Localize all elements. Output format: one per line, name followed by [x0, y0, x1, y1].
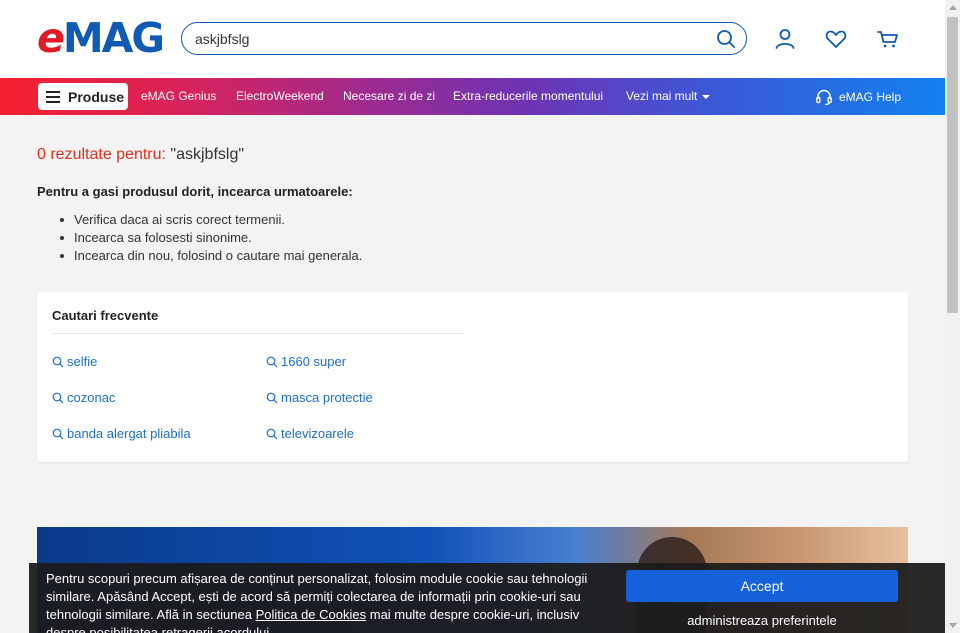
frequent-search-label: 1660 super — [281, 354, 347, 369]
tips-heading: Pentru a gasi produsul dorit, incearca u… — [37, 184, 353, 199]
frequent-search-link[interactable]: 1660 super — [266, 354, 346, 369]
main-navigation: Produse eMAG Genius ElectroWeekend Neces… — [0, 78, 945, 115]
nav-link-emag-genius[interactable]: eMAG Genius — [141, 78, 216, 115]
hamburger-icon — [46, 90, 60, 103]
help-link[interactable]: eMAG Help — [815, 78, 901, 115]
cookie-policy-link[interactable]: Politica de Cookies — [256, 607, 367, 622]
products-menu-button[interactable]: Produse — [38, 83, 128, 110]
products-menu-label: Produse — [68, 88, 125, 105]
frequent-searches-card: Cautari frecvente selfie 1660 super cozo… — [37, 292, 908, 462]
frequent-search-label: cozonac — [67, 390, 116, 405]
divider — [52, 333, 463, 334]
results-count: 0 rezultate pentru: — [37, 146, 166, 163]
frequent-search-label: masca protectie — [281, 390, 373, 405]
search-input[interactable] — [195, 23, 695, 54]
frequent-searches-title: Cautari frecvente — [52, 308, 159, 323]
account-button[interactable] — [773, 27, 797, 51]
scrollbar-thumb[interactable] — [947, 17, 958, 313]
page-scrollbar[interactable] — [945, 0, 960, 633]
search-icon — [266, 356, 278, 367]
frequent-search-label: selfie — [67, 354, 98, 369]
search-bar — [181, 22, 747, 55]
results-query: "askjbfslg" — [170, 146, 245, 163]
frequent-search-link[interactable]: televizoarele — [266, 426, 354, 441]
chevron-down-icon — [702, 94, 711, 99]
frequent-search-label: banda alergat pliabila — [67, 426, 191, 441]
search-button[interactable] — [716, 29, 736, 49]
frequent-search-link[interactable]: cozonac — [52, 390, 115, 405]
frequent-search-link[interactable]: masca protectie — [266, 390, 373, 405]
search-icon — [266, 392, 278, 403]
search-icon — [52, 356, 64, 367]
cart-button[interactable] — [876, 27, 900, 51]
results-heading: 0 rezultate pentru: "askjbfslg" — [37, 146, 244, 164]
nav-link-necesare-zi-de-zi[interactable]: Necesare zi de zi — [343, 78, 435, 115]
scroll-up-arrow-icon[interactable] — [949, 5, 957, 10]
logo-wordmark: eMAG — [37, 14, 165, 62]
frequent-search-link[interactable]: selfie — [52, 354, 97, 369]
top-header: eMAG — [0, 0, 945, 78]
search-icon — [717, 30, 735, 48]
tip-item: Incearca sa folosesti sinonime. — [56, 229, 362, 247]
cookie-message: Pentru scopuri precum afișarea de conțin… — [46, 570, 606, 633]
scroll-down-arrow-icon[interactable] — [949, 623, 957, 628]
help-label: eMAG Help — [839, 89, 902, 104]
frequent-search-label: televizoarele — [281, 426, 354, 441]
tip-item: Incearca din nou, folosind o cautare mai… — [56, 247, 362, 265]
tips-list: Verifica daca ai scris corect termenii. … — [56, 211, 362, 265]
more-label: Vezi mai mult — [626, 89, 698, 103]
headset-icon — [816, 89, 832, 105]
nav-link-extra-reduceri[interactable]: Extra-reducerile momentului — [453, 78, 603, 115]
accept-cookies-button[interactable]: Accept — [626, 570, 898, 602]
search-icon — [266, 428, 278, 439]
cart-icon — [877, 31, 898, 48]
nav-link-more-dropdown[interactable]: Vezi mai mult — [626, 78, 711, 115]
search-icon — [52, 392, 64, 403]
tip-item: Verifica daca ai scris corect termenii. — [56, 211, 362, 229]
cookie-consent-bar: Pentru scopuri precum afișarea de conțin… — [29, 563, 945, 633]
nav-link-electroweekend[interactable]: ElectroWeekend — [236, 78, 324, 115]
user-icon — [775, 29, 795, 49]
manage-preferences-button[interactable]: administreaza preferintele — [626, 613, 898, 628]
frequent-search-link[interactable]: banda alergat pliabila — [52, 426, 191, 441]
search-icon — [52, 428, 64, 439]
emag-logo[interactable]: eMAG — [37, 14, 165, 62]
heart-icon — [825, 30, 847, 48]
favorites-button[interactable] — [824, 27, 848, 51]
